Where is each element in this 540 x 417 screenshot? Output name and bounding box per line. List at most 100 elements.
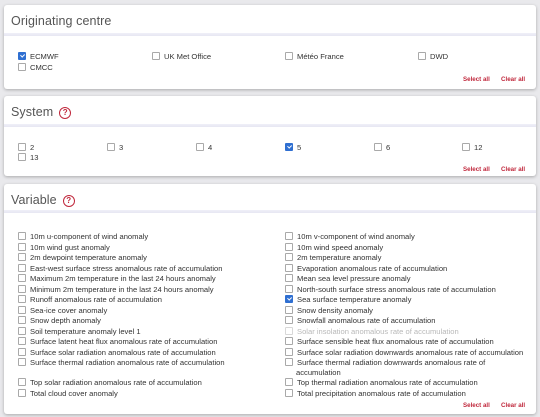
variable-option[interactable]: 10m u-component of wind anomaly — [18, 232, 148, 242]
checkbox[interactable] — [285, 305, 293, 314]
checkbox[interactable] — [285, 143, 293, 151]
variable-option[interactable]: 10m wind gust anomaly — [18, 242, 110, 253]
centre-option-ecmwf[interactable]: ECMWF — [18, 52, 59, 62]
checkbox[interactable] — [374, 143, 382, 151]
checkbox[interactable] — [18, 143, 26, 151]
variable-option[interactable]: 2m temperature anomaly — [285, 253, 381, 263]
checkbox[interactable] — [107, 143, 115, 151]
checkbox[interactable] — [285, 388, 293, 397]
variable-option[interactable]: Maximum 2m temperature in the last 24 ho… — [18, 274, 216, 284]
system-option-12[interactable]: 12 — [462, 143, 482, 153]
help-icon[interactable]: ? — [59, 107, 72, 119]
checkbox[interactable] — [18, 326, 26, 335]
variable-panel: Variable? 10m u-component of wind anomal… — [4, 184, 536, 414]
variable-option[interactable]: Total precipitation anomalous rate of ac… — [285, 388, 466, 399]
checkbox[interactable] — [18, 305, 26, 314]
checkbox[interactable] — [285, 232, 293, 240]
centre-option-dwd[interactable]: DWD — [418, 52, 448, 62]
variable-option[interactable]: Runoff anomalous rate of accumulation — [18, 295, 162, 305]
variable-option[interactable]: Top solar radiation anomalous rate of ac… — [18, 378, 202, 388]
checkbox[interactable] — [18, 358, 26, 366]
variable-option[interactable]: Top thermal radiation anomalous rate of … — [285, 378, 478, 388]
select-all-button[interactable]: Select all — [463, 76, 490, 83]
checkbox[interactable] — [18, 378, 26, 386]
clear-all-button[interactable]: Clear all — [501, 166, 525, 173]
checkbox[interactable] — [18, 347, 26, 356]
checkbox[interactable] — [18, 284, 26, 293]
checkbox — [285, 326, 293, 335]
checkbox[interactable] — [462, 143, 470, 151]
variable-option[interactable]: Snow depth anomaly — [18, 316, 101, 326]
variable-option[interactable]: Surface solar radiation anomalous rate o… — [18, 347, 216, 358]
checkbox[interactable] — [285, 316, 293, 324]
variable-option[interactable]: Surface thermal radiation anomalous rate… — [18, 358, 225, 368]
panel-title: Originating centre — [11, 14, 112, 28]
checkbox[interactable] — [285, 284, 293, 293]
checkbox[interactable] — [18, 63, 26, 71]
checkbox[interactable] — [18, 295, 26, 303]
checkbox[interactable] — [152, 52, 160, 60]
checkbox[interactable] — [18, 388, 26, 397]
system-option-2[interactable]: 2 — [18, 143, 34, 153]
system-option-3[interactable]: 3 — [107, 143, 123, 153]
select-all-button[interactable]: Select all — [463, 166, 490, 173]
checkbox[interactable] — [418, 52, 426, 60]
checkbox[interactable] — [285, 295, 293, 303]
checkbox[interactable] — [18, 232, 26, 240]
system-option-5[interactable]: 5 — [285, 143, 301, 153]
checkbox[interactable] — [285, 337, 293, 345]
panel-header: Originating centre — [4, 5, 536, 36]
variable-option[interactable]: Surface sensible heat flux anomalous rat… — [285, 337, 494, 347]
checkbox[interactable] — [18, 253, 26, 261]
clear-all-button[interactable]: Clear all — [501, 76, 525, 83]
variable-option[interactable]: Sea surface temperature anomaly — [285, 295, 411, 305]
variable-option[interactable]: Surface latent heat flux anomalous rate … — [18, 337, 217, 347]
system-panel: System? 2 3 4 5 6 12 13 Select all Clear… — [4, 96, 536, 176]
variable-option[interactable]: 10m v-component of wind anomaly — [285, 232, 415, 242]
system-option-13[interactable]: 13 — [18, 153, 38, 163]
variable-option[interactable]: Snowfall anomalous rate of accumulation — [285, 316, 435, 326]
panel-title: System? — [11, 105, 72, 119]
variable-option[interactable]: Minimum 2m temperature in the last 24 ho… — [18, 284, 214, 295]
variable-option-disabled: Solar insolation anomalous rate of accum… — [285, 326, 459, 337]
checkbox[interactable] — [285, 242, 293, 251]
select-all-button[interactable]: Select all — [463, 402, 490, 409]
centre-option-meteo-france[interactable]: Météo France — [285, 52, 344, 62]
checkbox[interactable] — [18, 316, 26, 324]
variable-option[interactable]: 2m dewpoint temperature anomaly — [18, 253, 147, 263]
variable-option[interactable]: Surface thermal radiation downwards anom… — [285, 358, 485, 378]
checkbox[interactable] — [285, 52, 293, 60]
checkbox[interactable] — [285, 378, 293, 386]
system-option-4[interactable]: 4 — [196, 143, 212, 153]
centre-option-ukmo[interactable]: UK Met Office — [152, 52, 211, 62]
variable-option[interactable]: Total cloud cover anomaly — [18, 388, 118, 399]
checkbox[interactable] — [285, 358, 293, 366]
variable-option[interactable]: Mean sea level pressure anomaly — [285, 274, 411, 284]
checkbox[interactable] — [285, 347, 293, 356]
variable-option[interactable]: Surface solar radiation downwards anomal… — [285, 347, 523, 358]
variable-option[interactable]: 10m wind speed anomaly — [285, 242, 383, 253]
variable-option[interactable]: Sea-ice cover anomaly — [18, 305, 107, 316]
checkbox[interactable] — [18, 153, 26, 161]
variable-option[interactable]: East-west surface stress anomalous rate … — [18, 263, 222, 274]
panel-title: Variable? — [11, 193, 75, 207]
help-icon[interactable]: ? — [62, 195, 75, 207]
centre-option-cmcc[interactable]: CMCC — [18, 63, 53, 73]
variable-option[interactable]: Evaporation anomalous rate of accumulati… — [285, 263, 447, 274]
originating-centre-panel: Originating centre ECMWF UK Met Office M… — [4, 5, 536, 89]
checkbox[interactable] — [18, 337, 26, 345]
checkbox[interactable] — [18, 242, 26, 251]
checkbox[interactable] — [18, 263, 26, 272]
checkbox[interactable] — [18, 274, 26, 282]
checkbox[interactable] — [196, 143, 204, 151]
checkbox[interactable] — [285, 274, 293, 282]
panel-header: System? — [4, 96, 536, 127]
checkbox[interactable] — [285, 263, 293, 272]
clear-all-button[interactable]: Clear all — [501, 402, 525, 409]
system-option-6[interactable]: 6 — [374, 143, 390, 153]
variable-option[interactable]: Snow density anomaly — [285, 305, 373, 316]
variable-option[interactable]: Soil temperature anomaly level 1 — [18, 326, 141, 337]
checkbox[interactable] — [18, 52, 26, 60]
checkbox[interactable] — [285, 253, 293, 261]
variable-option[interactable]: North-south surface stress anomalous rat… — [285, 284, 496, 295]
